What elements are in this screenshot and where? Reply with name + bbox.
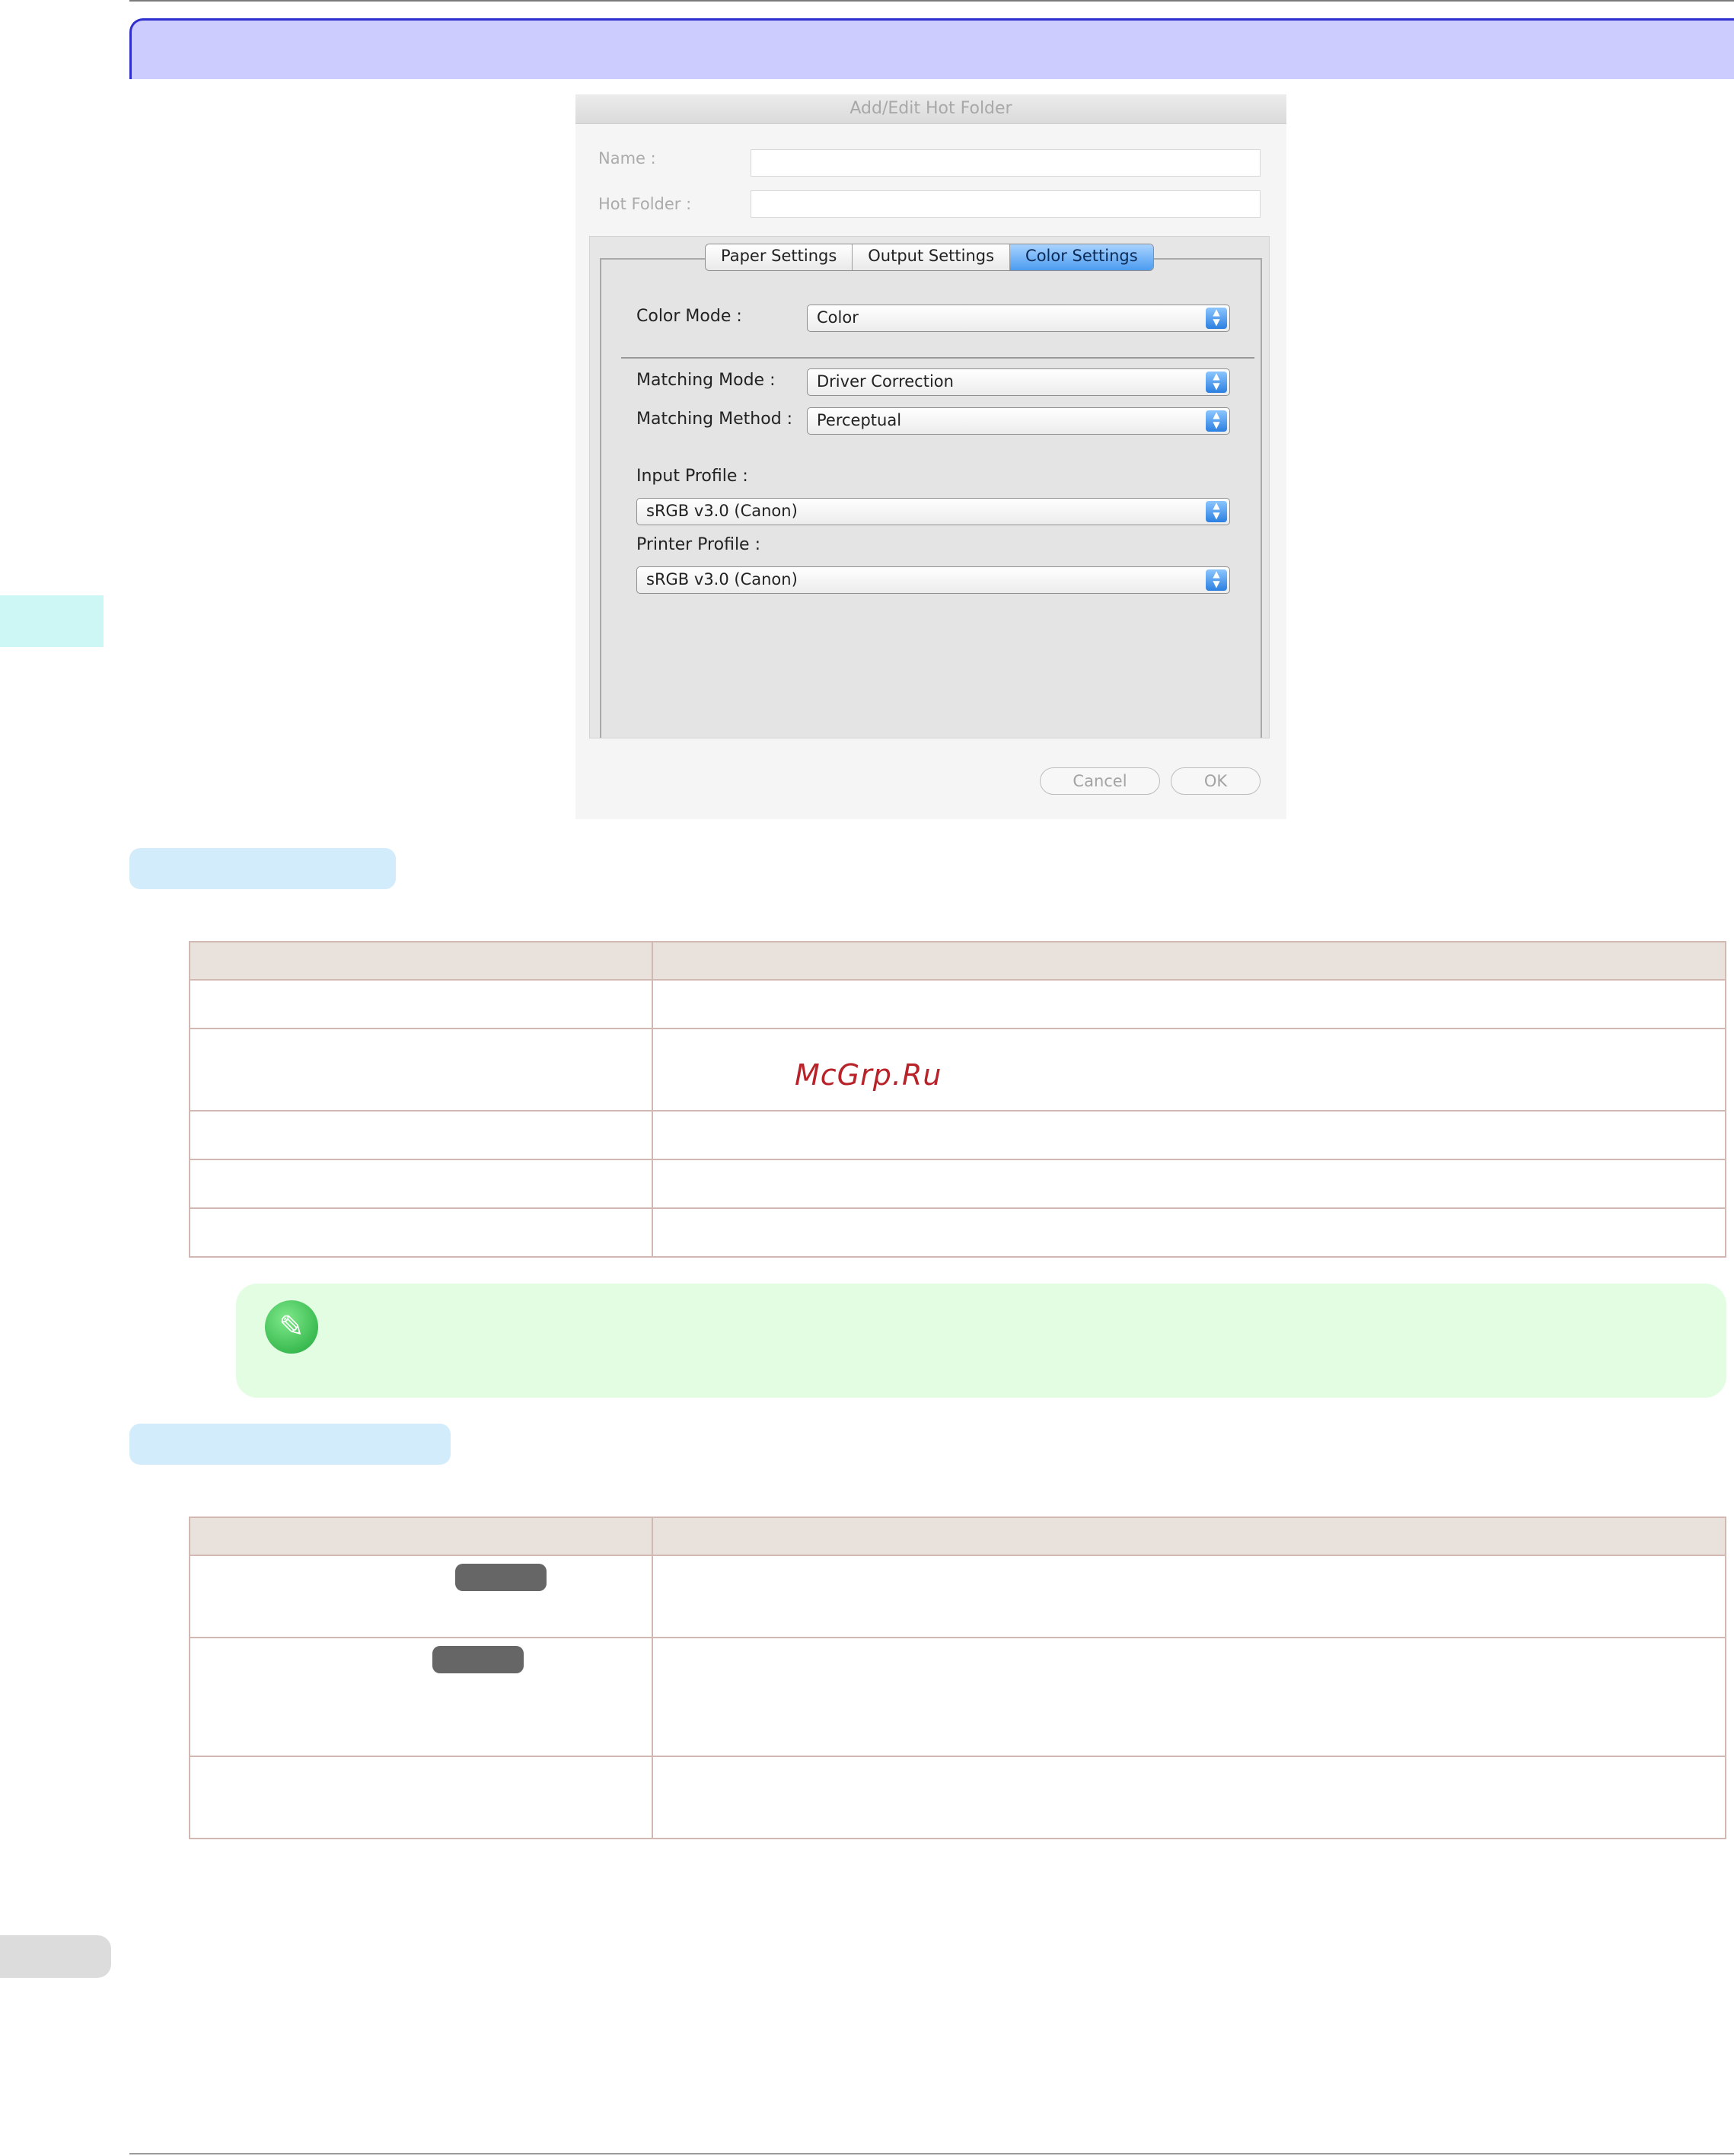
page-number-tab — [0, 1935, 111, 1978]
tab-output-settings[interactable]: Output Settings — [853, 244, 1011, 270]
settings-tabs: Paper Settings Output Settings Color Set… — [705, 244, 1154, 271]
input-profile-label: Input Profile : — [636, 467, 748, 486]
separator — [621, 357, 1254, 359]
add-edit-hot-folder-dialog: Add/Edit Hot Folder Name : Hot Folder : … — [575, 94, 1286, 819]
matching-method-select[interactable]: Perceptual ▲ ▼ — [807, 407, 1230, 435]
bottom-rule — [129, 2153, 1734, 2154]
updown-arrows-icon: ▲ ▼ — [1206, 308, 1227, 329]
settings-table-2 — [189, 1517, 1726, 1839]
matching-method-label: Matching Method : — [636, 410, 793, 429]
matching-mode-select[interactable]: Driver Correction ▲ ▼ — [807, 368, 1230, 396]
updown-arrows-icon: ▲ ▼ — [1206, 501, 1227, 522]
table-cell — [652, 1110, 1726, 1160]
section-header-2 — [129, 1424, 451, 1465]
page-header-banner — [129, 18, 1734, 79]
input-profile-select[interactable]: sRGB v3.0 (Canon) ▲ ▼ — [636, 498, 1230, 525]
option-badge — [432, 1646, 524, 1673]
color-mode-value: Color — [817, 308, 859, 327]
settings-table-1 — [189, 941, 1726, 1258]
name-label: Name : — [598, 149, 656, 167]
table-cell — [652, 1637, 1726, 1757]
updown-arrows-icon: ▲ ▼ — [1206, 410, 1227, 432]
table-row — [189, 979, 1726, 1029]
table-row — [189, 1159, 1726, 1209]
matching-mode-label: Matching Mode : — [636, 371, 776, 390]
table-cell — [189, 1555, 653, 1638]
cancel-button[interactable]: Cancel — [1040, 767, 1160, 795]
table-cell — [652, 1207, 1726, 1258]
table-cell — [189, 1110, 653, 1160]
section-header-1 — [129, 848, 396, 889]
printer-profile-label: Printer Profile : — [636, 535, 760, 554]
pencil-note-icon: ✎ — [265, 1300, 318, 1354]
table-cell — [189, 1159, 653, 1209]
note-box: ✎ — [236, 1284, 1726, 1398]
table-header-cell — [652, 1517, 1726, 1556]
matching-method-value: Perceptual — [817, 411, 902, 429]
table-row — [189, 1028, 1726, 1111]
table-row — [189, 1207, 1726, 1258]
printer-profile-select[interactable]: sRGB v3.0 (Canon) ▲ ▼ — [636, 566, 1230, 594]
hot-folder-label: Hot Folder : — [598, 195, 692, 213]
table-cell — [189, 1756, 653, 1839]
table-cell — [652, 1159, 1726, 1209]
table-cell — [652, 1555, 1726, 1638]
tab-color-settings[interactable]: Color Settings — [1010, 244, 1153, 270]
ok-button[interactable]: OK — [1171, 767, 1261, 795]
dialog-title: Add/Edit Hot Folder — [849, 99, 1012, 118]
table-row — [189, 1555, 1726, 1638]
dialog-titlebar: Add/Edit Hot Folder — [575, 94, 1286, 124]
color-mode-label: Color Mode : — [636, 307, 742, 326]
hot-folder-field[interactable] — [751, 190, 1261, 218]
table-header-row — [189, 1517, 1726, 1556]
name-field[interactable] — [751, 149, 1261, 177]
table-cell — [189, 1637, 653, 1757]
table-cell — [189, 1207, 653, 1258]
matching-mode-value: Driver Correction — [817, 372, 954, 391]
updown-arrows-icon: ▲ ▼ — [1206, 372, 1227, 393]
option-badge — [455, 1564, 547, 1591]
watermark-text: McGrp.Ru — [795, 1058, 942, 1092]
printer-profile-value: sRGB v3.0 (Canon) — [646, 570, 798, 588]
table-cell — [189, 979, 653, 1029]
table-row — [189, 1110, 1726, 1160]
tab-paper-settings[interactable]: Paper Settings — [706, 244, 853, 270]
table-header-cell — [652, 941, 1726, 981]
table-cell — [652, 979, 1726, 1029]
updown-arrows-icon: ▲ ▼ — [1206, 569, 1227, 591]
color-mode-select[interactable]: Color ▲ ▼ — [807, 305, 1230, 332]
table-cell — [189, 1028, 653, 1111]
table-row — [189, 1756, 1726, 1839]
table-header-cell — [189, 1517, 653, 1556]
table-header-cell — [189, 941, 653, 981]
chapter-side-tab — [0, 595, 104, 647]
table-header-row — [189, 941, 1726, 981]
input-profile-value: sRGB v3.0 (Canon) — [646, 502, 798, 520]
table-row — [189, 1637, 1726, 1757]
table-cell — [652, 1756, 1726, 1839]
top-rule — [129, 0, 1734, 2]
